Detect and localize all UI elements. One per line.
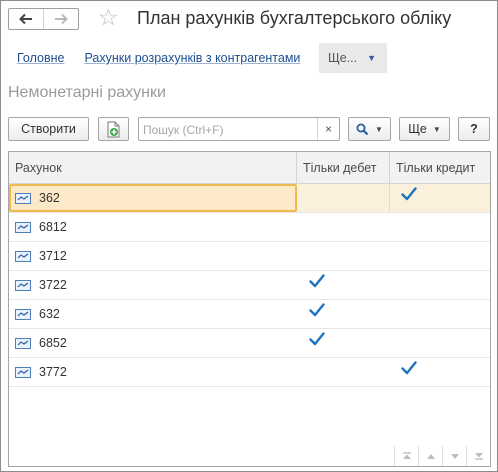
chevron-down-icon: ▼	[367, 53, 377, 63]
check-icon	[401, 187, 417, 201]
column-header-account[interactable]: Рахунок	[9, 152, 297, 183]
account-icon	[15, 192, 31, 204]
account-icon	[15, 366, 31, 378]
create-button[interactable]: Створити	[8, 117, 89, 141]
table-row[interactable]: 6812	[9, 213, 490, 242]
column-header-debit-only[interactable]: Тільки дебет	[297, 152, 390, 183]
check-icon	[401, 361, 417, 375]
favorite-star-icon[interactable]: ☆	[98, 5, 119, 29]
account-code: 632	[39, 307, 60, 321]
more-actions-label: Ще	[408, 122, 427, 136]
scroll-down-button[interactable]	[442, 446, 466, 466]
account-code: 362	[39, 191, 60, 205]
credit-only-cell[interactable]	[390, 271, 490, 299]
nav-buttons	[8, 8, 79, 30]
scroll-top-icon	[402, 452, 411, 459]
check-icon	[309, 274, 325, 288]
search-input[interactable]	[143, 122, 313, 137]
scroll-controls	[394, 446, 490, 466]
accounts-table: Рахунок Тільки дебет Тільки кредит 362 68…	[8, 151, 491, 467]
account-code: 3772	[39, 365, 67, 379]
credit-only-cell[interactable]	[390, 242, 490, 270]
account-icon	[15, 279, 31, 291]
chevron-down-icon: ▼	[432, 124, 441, 134]
table-row[interactable]: 3722	[9, 271, 490, 300]
chevron-down-icon: ▼	[375, 124, 383, 134]
account-code: 3722	[39, 278, 67, 292]
table-row[interactable]: 362	[9, 184, 490, 213]
account-cell[interactable]: 3712	[9, 242, 297, 270]
scroll-bottom-button[interactable]	[466, 446, 490, 466]
add-from-file-button[interactable]	[98, 117, 129, 141]
debit-only-cell[interactable]	[297, 271, 390, 299]
account-code: 6852	[39, 336, 67, 350]
table-row[interactable]: 632	[9, 300, 490, 329]
scroll-top-button[interactable]	[394, 446, 418, 466]
link-counterparty-accounts[interactable]: Рахунки розрахунків з контрагентами	[85, 51, 301, 65]
more-tab-label: Ще...	[328, 51, 358, 65]
debit-only-cell[interactable]	[297, 213, 390, 241]
help-button[interactable]: ?	[458, 117, 490, 141]
account-cell[interactable]: 3722	[9, 271, 297, 299]
table-row[interactable]: 6852	[9, 329, 490, 358]
empty-row	[9, 387, 490, 416]
account-cell[interactable]: 632	[9, 300, 297, 328]
chevron-up-icon	[426, 453, 435, 459]
account-cell[interactable]: 362	[9, 184, 297, 212]
search-options-button[interactable]: ▼	[348, 117, 391, 141]
document-add-icon	[107, 121, 119, 137]
credit-only-cell[interactable]	[390, 329, 490, 357]
close-icon: ×	[324, 122, 332, 136]
window: ☆ План рахунків бухгалтерського обліку Г…	[0, 0, 498, 472]
credit-only-cell[interactable]	[390, 213, 490, 241]
debit-only-cell[interactable]	[297, 358, 390, 386]
credit-only-cell[interactable]	[390, 300, 490, 328]
account-cell[interactable]: 3772	[9, 358, 297, 386]
account-icon	[15, 308, 31, 320]
help-label: ?	[470, 122, 478, 136]
scroll-up-button[interactable]	[418, 446, 442, 466]
more-tab[interactable]: Ще... ▼	[319, 43, 387, 73]
check-icon	[309, 303, 325, 317]
chevron-down-icon	[450, 453, 459, 459]
section-links: Головне Рахунки розрахунків з контрагент…	[17, 51, 320, 65]
account-icon	[15, 337, 31, 349]
debit-only-cell[interactable]	[297, 329, 390, 357]
debit-only-cell[interactable]	[297, 300, 390, 328]
create-button-label: Створити	[21, 122, 76, 136]
column-header-credit-only[interactable]: Тільки кредит	[390, 152, 490, 183]
back-button[interactable]	[9, 9, 43, 29]
table-row[interactable]: 3712	[9, 242, 490, 271]
credit-only-cell[interactable]	[390, 358, 490, 386]
forward-button[interactable]	[43, 9, 78, 29]
table-row[interactable]: 3772	[9, 358, 490, 387]
clear-search-button[interactable]: ×	[317, 118, 339, 140]
debit-only-cell[interactable]	[297, 242, 390, 270]
check-icon	[309, 332, 325, 346]
account-icon	[15, 250, 31, 262]
account-icon	[15, 221, 31, 233]
account-code: 3712	[39, 249, 67, 263]
debit-only-cell[interactable]	[297, 184, 390, 212]
search-box: ×	[138, 117, 340, 141]
more-actions-button[interactable]: Ще ▼	[399, 117, 450, 141]
table-header: Рахунок Тільки дебет Тільки кредит	[9, 152, 490, 184]
credit-only-cell[interactable]	[390, 184, 490, 212]
account-cell[interactable]: 6852	[9, 329, 297, 357]
link-main[interactable]: Головне	[17, 51, 65, 65]
arrow-right-icon	[55, 13, 68, 25]
scroll-bottom-icon	[474, 453, 483, 460]
form-title: Немонетарні рахунки	[8, 84, 166, 101]
account-code: 6812	[39, 220, 67, 234]
arrow-left-icon	[19, 13, 32, 25]
window-title: План рахунків бухгалтерського обліку	[137, 8, 452, 28]
search-icon	[356, 123, 369, 135]
account-cell[interactable]: 6812	[9, 213, 297, 241]
